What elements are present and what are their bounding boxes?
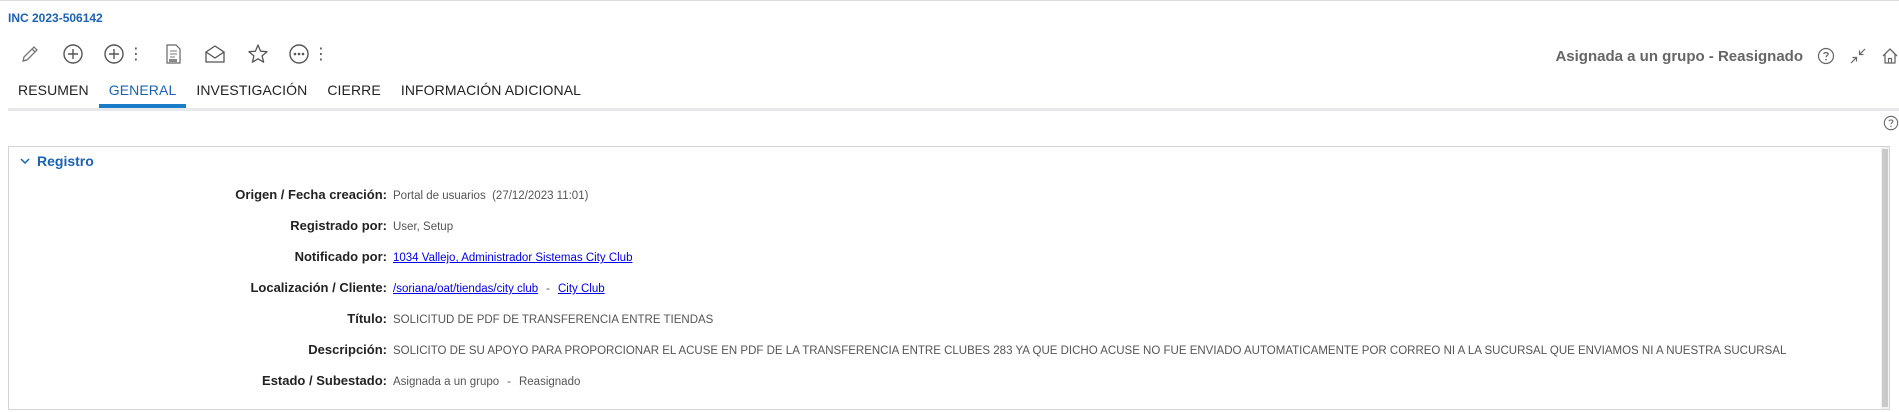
field-registrado: Registrado por: User, Setup (9, 218, 453, 238)
edit-button[interactable] (18, 40, 42, 68)
field-notificado: Notificado por: 1034 Vallejo, Administra… (9, 249, 633, 269)
home-icon (1882, 48, 1898, 64)
field-label: Notificado por: (294, 249, 387, 264)
registrado-value: User, Setup (393, 221, 454, 233)
kebab-icon: ⋮ (313, 44, 329, 63)
registro-panel: Registro Origen / Fecha creación: Portal… (8, 146, 1890, 410)
tab-resumen[interactable]: RESUMEN (8, 80, 99, 108)
estado-value: Asignada a un grupo (393, 376, 500, 388)
tab-informacion-adicional[interactable]: INFORMACIÓN ADICIONAL (391, 80, 591, 108)
localizacion-link[interactable]: /soriana/oat/tiendas/city club (393, 283, 538, 295)
field-estado: Estado / Subestado: Asignada a un grupo -… (9, 373, 580, 393)
scrollbar-thumb[interactable] (1882, 149, 1888, 407)
top-divider (0, 0, 1899, 1)
add-button[interactable] (61, 40, 85, 68)
field-label: Estado / Subestado: (262, 373, 387, 388)
cliente-link[interactable]: City Club (558, 283, 605, 295)
panel-scrollbar[interactable] (1881, 147, 1889, 409)
favorite-button[interactable] (246, 40, 270, 68)
field-value: Portal de usuarios (27/12/2023 11:01) (393, 190, 588, 202)
field-label: Localización / Cliente: (250, 280, 387, 295)
field-label: Origen / Fecha creación: (235, 187, 387, 202)
kebab-icon: ⋮ (128, 44, 144, 63)
section-header-registro[interactable]: Registro (19, 153, 94, 169)
help-circle-icon (1817, 47, 1835, 65)
origen-date: (27/12/2023 11:01) (492, 190, 589, 202)
chevron-down-icon (20, 158, 30, 165)
tab-investigacion[interactable]: INVESTIGACIÓN (186, 80, 317, 108)
help-circle-icon (1883, 115, 1899, 131)
subestado-value: Reasignado (518, 376, 581, 388)
descripcion-value: SOLICITO DE SU APOYO PARA PROPORCIONAR E… (393, 345, 1787, 357)
field-origen: Origen / Fecha creación: Portal de usuar… (9, 187, 588, 207)
tab-bar: RESUMEN GENERAL INVESTIGACIÓN CIERRE INF… (8, 80, 591, 108)
envelope-open-icon (205, 45, 225, 63)
field-label: Registrado por: (290, 218, 387, 233)
tab-cierre[interactable]: CIERRE (317, 80, 391, 108)
mail-button[interactable] (203, 40, 227, 68)
status-text: Asignada a un grupo - Reasignado (1555, 47, 1803, 65)
pencil-icon (22, 46, 38, 62)
tab-divider (8, 108, 1899, 111)
toolbar: ⋮ ⋮ (18, 40, 329, 68)
section-help-button[interactable] (1883, 115, 1899, 136)
field-descripcion: Descripción: SOLICITO DE SU APOYO PARA P… (9, 342, 1786, 362)
section-title: Registro (37, 153, 94, 169)
help-button[interactable] (1817, 47, 1835, 65)
notificado-link[interactable]: 1034 Vallejo, Administrador Sistemas Cit… (393, 252, 632, 264)
separator: - (507, 376, 511, 388)
origen-value: Portal de usuarios (393, 190, 486, 202)
field-localizacion: Localización / Cliente: /soriana/oat/tie… (9, 280, 605, 300)
plus-circle-icon (63, 44, 83, 64)
home-button[interactable] (1881, 47, 1899, 65)
add-more-button[interactable]: ⋮ (103, 40, 144, 68)
field-label: Descripción: (308, 342, 387, 357)
status-area: Asignada a un grupo - Reasignado (1555, 44, 1899, 68)
incident-id: INC 2023-506142 (8, 11, 103, 25)
field-titulo: Título: SOLICITUD DE PDF DE TRANSFERENCI… (9, 311, 713, 331)
collapse-button[interactable] (1849, 47, 1867, 65)
separator: - (546, 283, 550, 295)
field-label: Título: (347, 311, 387, 326)
plus-circle-icon (104, 44, 124, 64)
titulo-value: SOLICITUD DE PDF DE TRANSFERENCIA ENTRE … (393, 314, 714, 326)
pdf-button[interactable] (162, 40, 184, 68)
collapse-icon (1850, 48, 1866, 64)
ellipsis-circle-icon (289, 44, 309, 64)
star-icon (248, 44, 268, 63)
pdf-document-icon (166, 44, 181, 64)
more-actions-button[interactable]: ⋮ (288, 40, 329, 68)
tab-general[interactable]: GENERAL (98, 80, 187, 108)
